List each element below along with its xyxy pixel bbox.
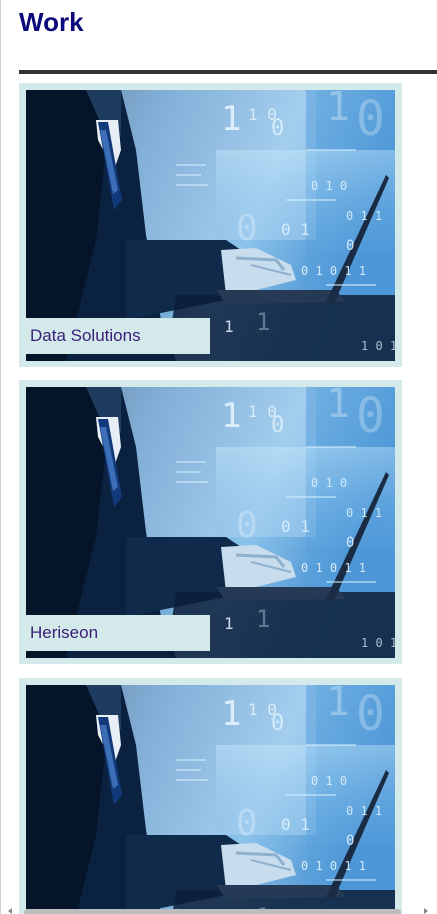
card-image[interactable]: [26, 685, 395, 914]
card-caption[interactable]: Data Solutions: [26, 318, 210, 354]
page: Work Data Solutions Heriseon: [0, 0, 437, 914]
card-caption[interactable]: Heriseon: [26, 615, 210, 651]
scroll-left-arrow-icon[interactable]: [8, 908, 12, 914]
work-card-3[interactable]: [19, 678, 402, 914]
businessman-laptop-image: [26, 685, 395, 914]
scroll-right-arrow-icon[interactable]: [424, 908, 428, 914]
horizontal-scrollbar[interactable]: [24, 909, 401, 914]
page-title: Work: [19, 7, 84, 37]
title-divider: [19, 70, 437, 74]
left-border: [0, 0, 1, 914]
work-card-data-solutions[interactable]: Data Solutions: [19, 83, 402, 367]
work-card-heriseon[interactable]: Heriseon: [19, 380, 402, 664]
